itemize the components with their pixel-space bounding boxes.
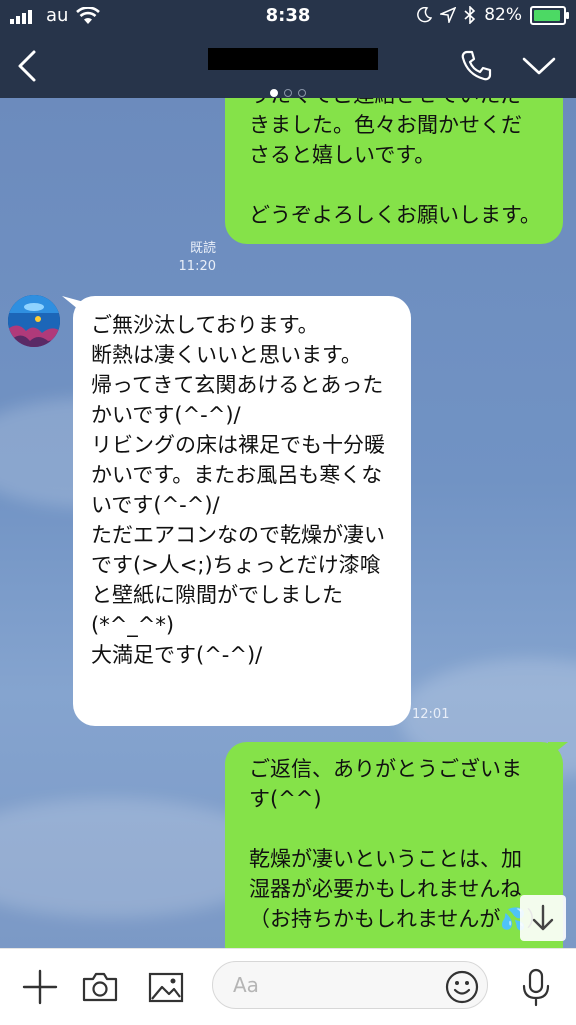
microphone-icon[interactable] [516, 967, 556, 1007]
phone-icon[interactable] [458, 48, 494, 84]
message-bubble-outgoing[interactable]: りたくてご連絡させていただきました。色々お聞かせくださると嬉しいです。 どうぞよ… [225, 98, 563, 244]
page-dot [298, 89, 306, 97]
bubble-tail [548, 742, 568, 758]
message-time: 11:20 [178, 259, 216, 274]
page-dot [284, 89, 292, 97]
battery-icon [530, 5, 569, 25]
message-input-bar [0, 948, 576, 1025]
scroll-to-bottom-button[interactable] [520, 895, 566, 941]
chat-area[interactable]: りたくてご連絡させていただきました。色々お聞かせくださると嬉しいです。 どうぞよ… [0, 98, 576, 948]
message-bubble-outgoing[interactable]: ご返信、ありがとうございます(^^) 乾燥が凄いということは、加湿器が必要かもし… [225, 742, 563, 948]
chevron-down-icon[interactable] [520, 54, 558, 78]
camera-icon[interactable] [80, 967, 120, 1007]
battery-percent: 82% [484, 5, 522, 25]
bluetooth-icon [464, 6, 476, 24]
location-arrow-icon [440, 7, 457, 23]
message-time: 12:01 [412, 707, 450, 722]
back-icon[interactable] [14, 48, 44, 84]
chat-title-redacted [208, 48, 378, 70]
image-icon[interactable] [146, 967, 186, 1007]
status-bar: au 8:38 82% [0, 0, 576, 34]
emoji-icon[interactable] [444, 969, 480, 1005]
message-bubble-incoming[interactable]: ご無沙汰しております。 断熱は凄くいいと思います。 帰ってきて玄関あけるとあった… [73, 296, 411, 726]
moon-icon [417, 7, 433, 23]
read-receipt: 既読 [189, 241, 216, 256]
page-dot-active [270, 89, 278, 97]
chat-header [0, 34, 576, 98]
avatar[interactable] [8, 295, 60, 347]
plus-icon[interactable] [20, 967, 60, 1007]
arrow-down-icon [532, 904, 554, 931]
